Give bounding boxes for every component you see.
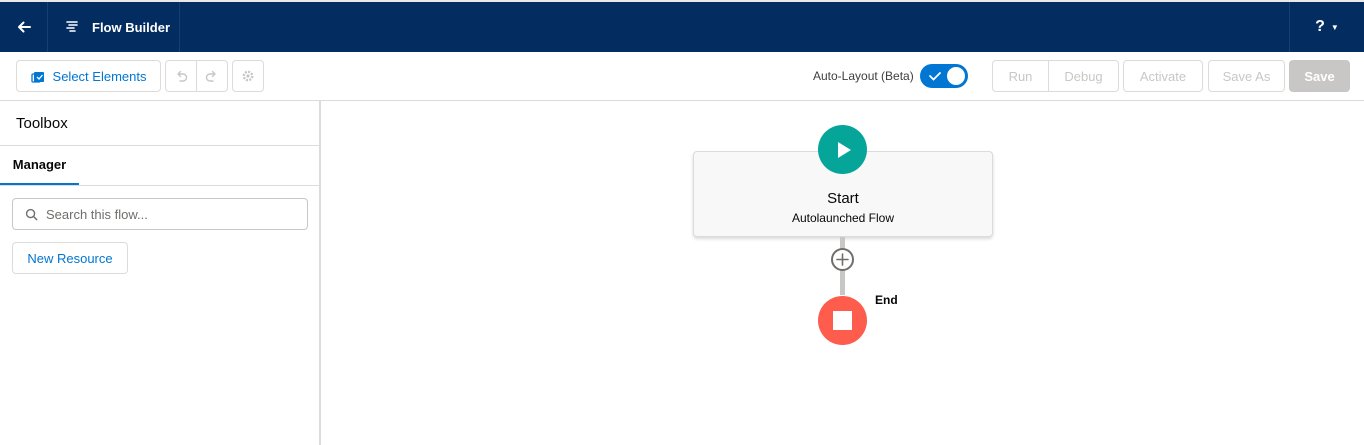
play-icon — [837, 141, 851, 158]
builder-toolbar: Select Elements Auto-Layout (Beta) Run D… — [0, 52, 1364, 101]
undo-icon — [177, 70, 188, 82]
app-header: Flow Builder ? ▼ — [0, 0, 1364, 52]
auto-layout-label: Auto-Layout (Beta) — [813, 69, 914, 83]
run-debug-group: Run Debug — [992, 60, 1119, 92]
save-button[interactable]: Save — [1289, 60, 1350, 92]
select-elements-button[interactable]: Select Elements — [16, 60, 161, 92]
help-icon: ? — [1315, 18, 1325, 35]
app-title-area: Flow Builder — [48, 2, 180, 52]
activate-button[interactable]: Activate — [1123, 60, 1203, 92]
tab-manager[interactable]: Manager — [0, 146, 79, 186]
undo-redo-group — [165, 60, 228, 92]
toggle-knob — [947, 67, 965, 85]
search-flow-input[interactable] — [46, 206, 286, 222]
checkmark-icon — [929, 72, 941, 81]
flow-canvas[interactable]: Start Autolaunched Flow End — [321, 101, 1364, 445]
start-node[interactable] — [818, 125, 867, 174]
help-menu-button[interactable]: ? ▼ — [1289, 2, 1364, 52]
select-elements-icon — [30, 72, 44, 83]
divider — [0, 185, 319, 186]
chevron-down-icon: ▼ — [1330, 22, 1339, 32]
arrow-left-icon — [17, 21, 31, 33]
app-title: Flow Builder — [92, 19, 170, 35]
start-subtitle: Autolaunched Flow — [791, 211, 895, 225]
end-label: End — [875, 293, 898, 307]
toolbox-title: Toolbox — [16, 115, 68, 132]
run-button[interactable]: Run — [993, 61, 1048, 91]
redo-icon — [206, 70, 216, 82]
new-resource-button[interactable]: New Resource — [12, 242, 128, 274]
gear-icon — [242, 70, 254, 82]
flow-icon — [66, 21, 78, 32]
plus-icon — [836, 253, 849, 266]
select-elements-label: Select Elements — [52, 68, 147, 84]
stop-icon — [833, 311, 852, 330]
back-button[interactable] — [0, 2, 48, 52]
start-title: Start — [827, 190, 859, 207]
flow-properties-button[interactable] — [232, 60, 264, 92]
add-element-button[interactable] — [831, 248, 854, 271]
debug-button[interactable]: Debug — [1048, 61, 1118, 91]
search-flow-box — [12, 198, 308, 230]
save-as-button[interactable]: Save As — [1208, 60, 1285, 92]
end-node — [818, 296, 867, 345]
auto-layout-toggle[interactable] — [920, 64, 968, 88]
undo-button[interactable] — [166, 61, 196, 91]
toolbox-panel: Toolbox Manager New Resource — [0, 101, 321, 445]
search-icon — [25, 208, 38, 220]
redo-button[interactable] — [196, 61, 227, 91]
